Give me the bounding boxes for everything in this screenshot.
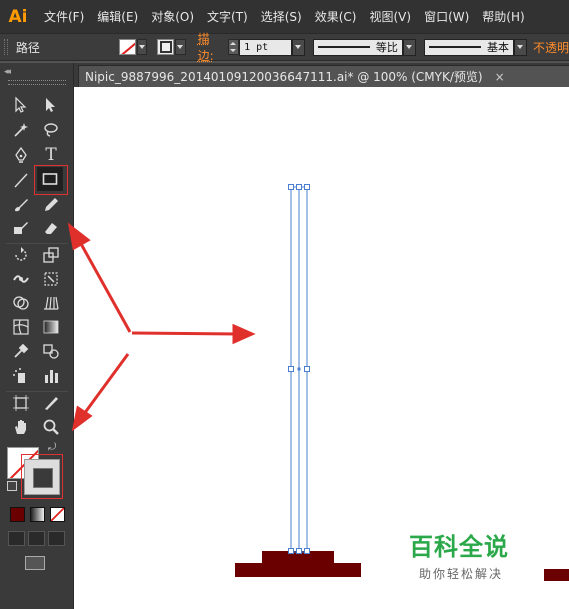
stroke-color-swatch[interactable] (157, 39, 175, 55)
default-fill-stroke-icon[interactable] (7, 481, 17, 491)
pencil-tool-icon[interactable] (39, 194, 63, 216)
brush-line-preview (428, 46, 481, 48)
pole-base-bottom[interactable] (235, 563, 361, 577)
rotate-tool-icon[interactable] (9, 244, 33, 266)
document-tab-title: Nipic_9887996_20140109120036647111.ai* @… (85, 70, 483, 84)
shape-builder-tool-icon[interactable] (9, 292, 33, 314)
none-mode-button[interactable] (50, 507, 65, 522)
tools-panel-grip[interactable] (8, 80, 66, 85)
blend-tool-icon[interactable] (39, 340, 63, 362)
lasso-tool-icon[interactable] (39, 119, 63, 141)
symbol-sprayer-tool-icon[interactable] (9, 365, 33, 387)
stroke-weight-spinner[interactable] (227, 39, 240, 55)
menu-window[interactable]: 窗口(W) (424, 8, 469, 25)
menu-view[interactable]: 视图(V) (369, 8, 411, 25)
menu-help[interactable]: 帮助(H) (482, 8, 524, 25)
type-tool-icon[interactable]: T (39, 144, 63, 166)
free-transform-tool-icon[interactable] (39, 268, 63, 290)
color-mode-button[interactable] (10, 507, 25, 522)
width-tool-icon[interactable] (9, 268, 33, 290)
swap-fill-stroke-icon[interactable]: ⤾ (48, 442, 56, 453)
paintbrush-tool-icon[interactable] (9, 194, 33, 216)
control-bar: 路径 描边: 1 pt 等比 基本 不透明 (0, 30, 569, 64)
brush-definition-select[interactable]: 基本 (423, 38, 514, 56)
app-logo: Ai (8, 6, 28, 27)
menu-object[interactable]: 对象(O) (151, 8, 194, 25)
rectangle-tool-highlight (34, 165, 68, 195)
opacity-label[interactable]: 不透明 (533, 39, 569, 56)
menu-file[interactable]: 文件(F) (44, 8, 84, 25)
fill-dropdown-icon[interactable] (136, 39, 148, 55)
variable-width-profile-select[interactable]: 等比 (312, 38, 403, 56)
stroke-label[interactable]: 描边: (198, 30, 224, 64)
watermark-subtitle: 助你轻松解决 (419, 567, 504, 581)
gradient-mode-button[interactable] (30, 507, 45, 522)
line-segment-tool-icon[interactable] (9, 169, 33, 191)
document-tab-bar: Nipic_9887996_20140109120036647111.ai* @… (74, 63, 569, 87)
profile-line-preview (317, 46, 370, 48)
watermark-title: 百科全说 (409, 533, 509, 561)
brush-label: 基本 (486, 41, 509, 54)
slice-tool-icon[interactable] (39, 392, 63, 414)
selection-type-label: 路径 (15, 40, 40, 55)
close-tab-icon[interactable]: × (495, 70, 505, 84)
eyedropper-tool-icon[interactable] (9, 340, 33, 362)
selection-center-point (297, 367, 301, 371)
menu-effect[interactable]: 效果(C) (315, 8, 357, 25)
menu-bar: Ai 文件(F) 编辑(E) 对象(O) 文字(T) 选择(S) 效果(C) 视… (0, 0, 569, 33)
draw-inside-button[interactable] (48, 531, 65, 546)
stroke-weight-input[interactable]: 1 pt (239, 38, 292, 56)
brush-dropdown-icon[interactable] (513, 38, 527, 56)
draw-normal-button[interactable] (8, 531, 25, 546)
eraser-tool-icon[interactable] (39, 217, 63, 239)
menu-edit[interactable]: 编辑(E) (97, 8, 138, 25)
illustrator-window: Ai 文件(F) 编辑(E) 对象(O) 文字(T) 选择(S) 效果(C) 视… (0, 0, 569, 609)
direct-selection-tool-icon[interactable] (39, 94, 63, 116)
tools-panel: ◂◂ T ⤾ (0, 63, 74, 609)
collapse-panel-icon[interactable]: ◂◂ (4, 67, 11, 77)
profile-dropdown-icon[interactable] (402, 38, 416, 56)
artboard-tool-icon[interactable] (9, 392, 33, 414)
pen-tool-icon[interactable] (9, 144, 33, 166)
fill-color-swatch[interactable] (119, 39, 136, 55)
stroke-dropdown-icon[interactable] (175, 39, 186, 55)
hand-tool-icon[interactable] (9, 416, 33, 438)
none-slash-icon (51, 508, 64, 521)
blob-brush-tool-icon[interactable] (9, 217, 33, 239)
profile-label: 等比 (375, 41, 398, 54)
menu-select[interactable]: 选择(S) (261, 8, 302, 25)
control-bar-grip[interactable] (4, 39, 8, 55)
artboard-canvas[interactable]: 百科全说 助你轻松解决 (74, 87, 569, 609)
selection-tool-icon[interactable] (9, 94, 33, 116)
column-graph-tool-icon[interactable] (39, 365, 63, 387)
stroke-box-highlight (21, 454, 63, 499)
draw-behind-button[interactable] (28, 531, 45, 546)
scale-tool-icon[interactable] (39, 244, 63, 266)
mesh-tool-icon[interactable] (9, 316, 33, 338)
menu-items: 文件(F) 编辑(E) 对象(O) 文字(T) 选择(S) 效果(C) 视图(V… (44, 8, 538, 25)
gradient-tool-icon[interactable] (39, 316, 63, 338)
watermark: 百科全说 助你轻松解决 (409, 527, 559, 582)
stroke-weight-dropdown-icon[interactable] (291, 38, 305, 56)
zoom-tool-icon[interactable] (39, 416, 63, 438)
document-tab[interactable]: Nipic_9887996_20140109120036647111.ai* @… (78, 65, 569, 87)
magic-wand-tool-icon[interactable] (9, 119, 33, 141)
menu-type[interactable]: 文字(T) (207, 8, 248, 25)
perspective-grid-tool-icon[interactable] (39, 292, 63, 314)
screen-mode-button[interactable] (25, 556, 45, 570)
type-tool-glyph: T (45, 145, 57, 165)
